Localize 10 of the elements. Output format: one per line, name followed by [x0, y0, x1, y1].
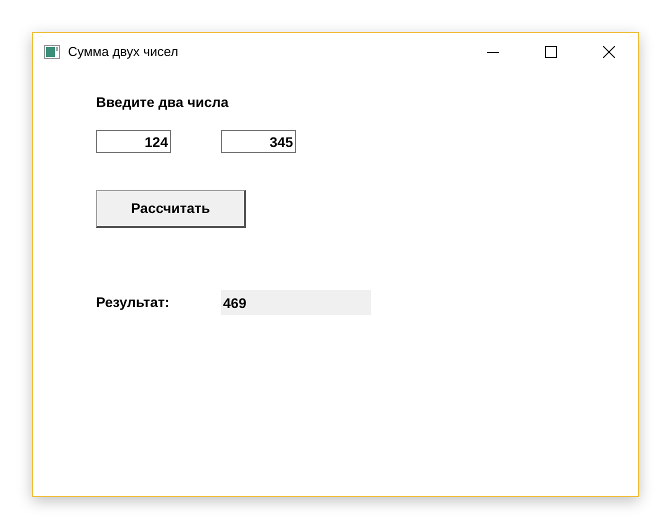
number-field[interactable]: 345 [221, 130, 296, 153]
number-field[interactable]: 124 [96, 130, 171, 153]
app-icon [44, 45, 60, 59]
calculate-button[interactable]: Рассчитать [96, 190, 246, 228]
result-label: Результат: [96, 293, 170, 312]
result-value: 469 [221, 290, 371, 315]
window-title: Сумма двух чисел [68, 43, 180, 62]
prompt-label: Введите два числа [96, 93, 230, 112]
close-icon [603, 46, 615, 58]
maximize-icon [545, 46, 557, 58]
